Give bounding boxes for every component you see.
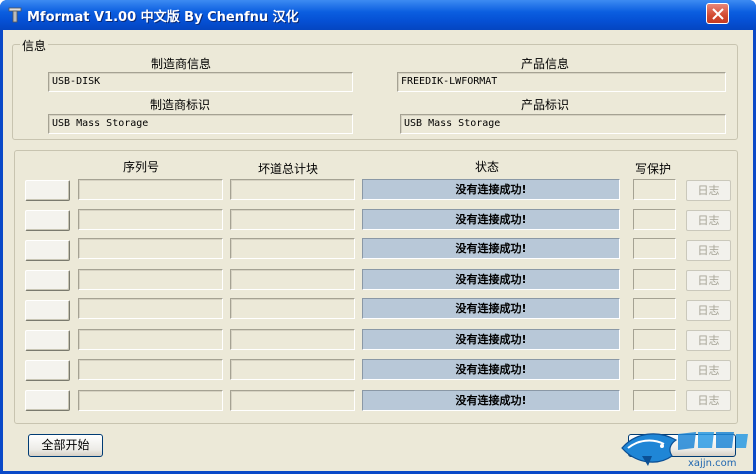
log-button[interactable]: 日志 [686,390,731,411]
window-title: Mformat V1.00 中文版 By Chenfnu 汉化 [27,10,299,25]
manufacturer-id-field[interactable]: USB Mass Storage [48,114,353,134]
watermark-logo: xajjn.com [621,432,748,469]
serial-field[interactable] [78,359,223,380]
device-select-button[interactable] [25,270,70,291]
manufacturer-info-label: 制造商信息 [151,57,212,71]
device-select-button[interactable] [25,240,70,261]
status-field: 没有连接成功! [362,269,620,290]
product-id-field[interactable]: USB Mass Storage [400,114,726,134]
status-field: 没有连接成功! [362,390,620,411]
bad-blocks-field[interactable] [230,238,355,259]
client-area: 信息 制造商信息 USB-DISK 产品信息 FREEDIK-LWFORMAT … [3,30,753,471]
status-field: 没有连接成功! [362,179,620,200]
status-field: 没有连接成功! [362,329,620,350]
product-info-field[interactable]: FREEDIK-LWFORMAT [397,72,726,92]
product-info-label: 产品信息 [521,57,570,71]
serial-field[interactable] [78,269,223,290]
write-protect-field[interactable] [633,209,676,230]
bad-blocks-field[interactable] [230,209,355,230]
serial-field[interactable] [78,179,223,200]
log-button[interactable]: 日志 [686,240,731,261]
write-protect-header: 写保护 [635,162,672,176]
bad-blocks-header: 坏道总计块 [258,162,319,176]
status-field: 没有连接成功! [362,209,620,230]
log-button[interactable]: 日志 [686,270,731,291]
bad-blocks-field[interactable] [230,390,355,411]
write-protect-field[interactable] [633,179,676,200]
status-field: 没有连接成功! [362,298,620,319]
device-select-button[interactable] [25,330,70,351]
device-select-button[interactable] [25,360,70,381]
log-button[interactable]: 日志 [686,360,731,381]
serial-field[interactable] [78,329,223,350]
watermark-text: xajjn.com [688,458,736,469]
write-protect-field[interactable] [633,390,676,411]
write-protect-field[interactable] [633,238,676,259]
device-select-button[interactable] [25,180,70,201]
log-button[interactable]: 日志 [686,210,731,231]
app-window: Mformat V1.00 中文版 By Chenfnu 汉化 信息 制造商信息… [0,0,756,474]
write-protect-field[interactable] [633,359,676,380]
write-protect-field[interactable] [633,298,676,319]
device-select-button[interactable] [25,300,70,321]
bad-blocks-field[interactable] [230,359,355,380]
status-field: 没有连接成功! [362,238,620,259]
start-all-button[interactable]: 全部开始 [28,434,103,457]
close-icon [712,8,724,20]
product-id-label: 产品标识 [521,98,570,112]
bad-blocks-field[interactable] [230,179,355,200]
status-header: 状态 [475,160,500,174]
manufacturer-id-label: 制造商标识 [150,98,211,112]
manufacturer-info-field[interactable]: USB-DISK [48,72,353,92]
serial-header: 序列号 [123,160,160,174]
serial-field[interactable] [78,390,223,411]
app-icon [8,7,22,23]
write-protect-field[interactable] [633,329,676,350]
log-button[interactable]: 日志 [686,180,731,201]
device-select-button[interactable] [25,390,70,411]
status-field: 没有连接成功! [362,359,620,380]
serial-field[interactable] [78,298,223,319]
title-bar[interactable]: Mformat V1.00 中文版 By Chenfnu 汉化 [0,0,756,30]
serial-field[interactable] [78,238,223,259]
device-select-button[interactable] [25,210,70,231]
bad-blocks-field[interactable] [230,269,355,290]
write-protect-field[interactable] [633,269,676,290]
info-group-title: 信息 [20,37,49,54]
log-button[interactable]: 日志 [686,330,731,351]
log-button[interactable]: 日志 [686,300,731,321]
bad-blocks-field[interactable] [230,298,355,319]
serial-field[interactable] [78,209,223,230]
bad-blocks-field[interactable] [230,329,355,350]
close-button[interactable] [706,3,729,24]
